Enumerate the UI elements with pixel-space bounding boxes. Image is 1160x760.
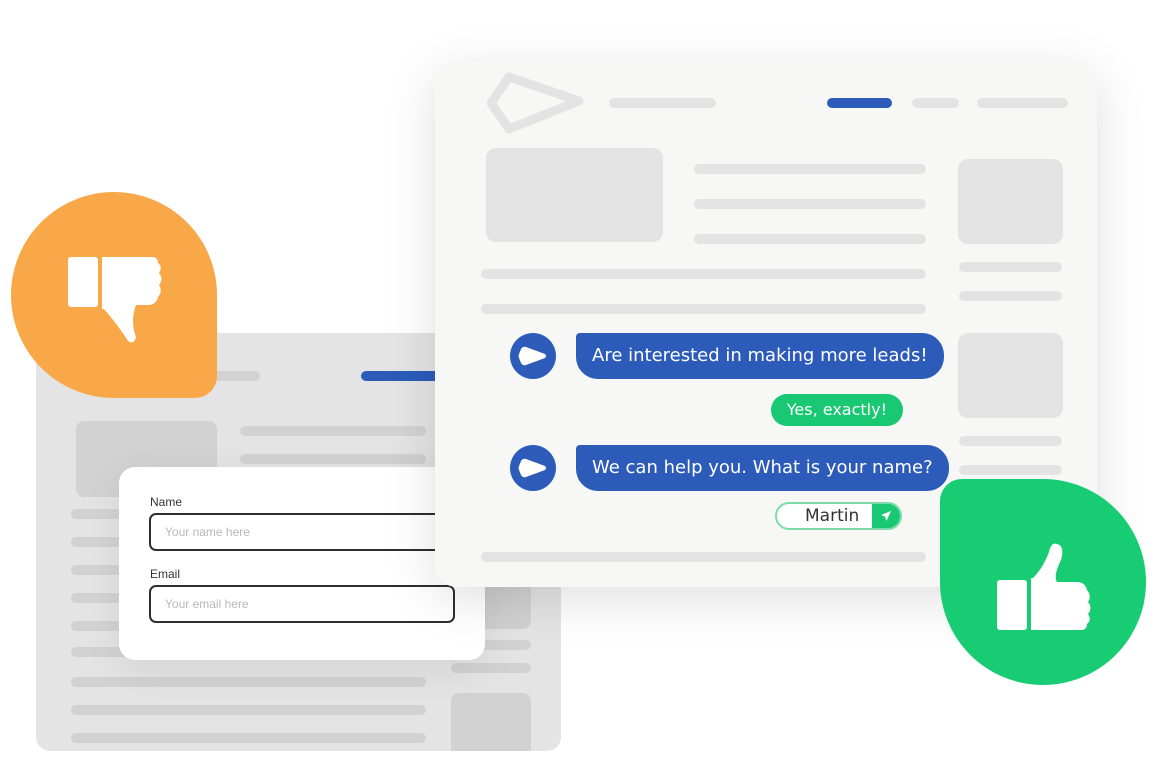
- skeleton-line: [71, 705, 426, 715]
- lead-form-card: Name Your name here Email Your email her…: [119, 467, 485, 660]
- nav-item[interactable]: [912, 98, 959, 108]
- bot-logo-icon: [518, 346, 546, 366]
- bot-message: We can help you. What is your name?: [576, 445, 949, 491]
- skeleton-line: [481, 304, 926, 314]
- skeleton-image: [486, 148, 663, 242]
- send-button[interactable]: [872, 504, 900, 528]
- thumbs-down-icon: [68, 257, 162, 343]
- skeleton-line: [959, 465, 1062, 475]
- skeleton-line: [481, 552, 926, 562]
- skeleton-image: [958, 333, 1063, 418]
- skeleton-line: [959, 262, 1062, 272]
- bot-message: Are interested in making more leads!: [576, 333, 944, 379]
- logo-icon: [487, 72, 584, 134]
- bot-logo-icon: [518, 458, 546, 478]
- skeleton-line: [71, 733, 426, 743]
- skeleton-line: [451, 663, 531, 673]
- chat-reply-input[interactable]: Martin: [775, 502, 902, 530]
- bot-avatar: [510, 445, 556, 491]
- skeleton-image: [958, 159, 1063, 244]
- skeleton-line: [609, 98, 716, 108]
- nav-item-active[interactable]: [827, 98, 892, 108]
- skeleton-line: [694, 199, 926, 209]
- dislike-badge: [11, 192, 217, 398]
- skeleton-line: [481, 269, 926, 279]
- name-input[interactable]: Your name here: [149, 513, 455, 551]
- like-badge: [940, 479, 1146, 685]
- email-label: Email: [150, 567, 181, 581]
- email-input[interactable]: Your email here: [149, 585, 455, 623]
- paper-plane-icon: [881, 511, 891, 521]
- skeleton-line: [694, 234, 926, 244]
- skeleton-line: [240, 426, 426, 436]
- reply-value: Martin: [805, 506, 860, 526]
- skeleton-image: [451, 693, 531, 751]
- skeleton-line: [959, 436, 1062, 446]
- thumbs-up-icon: [997, 543, 1091, 630]
- bot-avatar: [510, 333, 556, 379]
- name-label: Name: [150, 495, 183, 509]
- nav-item[interactable]: [977, 98, 1068, 108]
- skeleton-line: [959, 291, 1062, 301]
- skeleton-line: [694, 164, 926, 174]
- user-message: Yes, exactly!: [770, 394, 903, 426]
- skeleton-line: [240, 454, 426, 464]
- skeleton-line: [71, 677, 426, 687]
